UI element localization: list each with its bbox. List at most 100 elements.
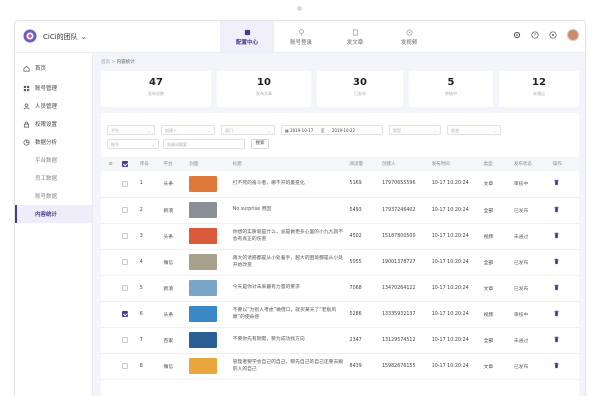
- sidebar-item-0[interactable]: 首页: [15, 59, 92, 77]
- pin-icon: [298, 28, 304, 36]
- row-checkbox-cell[interactable]: [120, 249, 138, 276]
- platform-select[interactable]: 平台 ⌄: [107, 125, 155, 135]
- cell-status: 审核中: [511, 301, 551, 328]
- row-checkbox[interactable]: [122, 180, 129, 187]
- top-nav-account-login[interactable]: 账号登录: [274, 21, 328, 53]
- sidebar-item-3[interactable]: 权限设置: [15, 115, 92, 133]
- sidebar-item-6[interactable]: 员工数据: [15, 169, 92, 187]
- table-row[interactable]: 2 新浪 No surprise 原因 5493 17937246402 10-17 10…: [101, 197, 579, 224]
- cell-platform: 新浪: [161, 275, 188, 302]
- settings-icon[interactable]: [549, 31, 557, 39]
- trash-icon[interactable]: [553, 232, 560, 239]
- stat-label: 已发布: [354, 91, 366, 96]
- cover-thumbnail[interactable]: [189, 202, 218, 218]
- row-checkbox[interactable]: [122, 284, 129, 291]
- trash-icon[interactable]: [553, 206, 560, 213]
- config-icon: [244, 29, 250, 35]
- gear-icon[interactable]: [513, 31, 521, 39]
- trash-icon[interactable]: [553, 258, 560, 265]
- search-button[interactable]: 搜索: [251, 139, 269, 149]
- account-select[interactable]: 账号 ⌄: [107, 139, 159, 149]
- select-all-checkbox-cell[interactable]: [120, 157, 138, 171]
- trash-icon[interactable]: [553, 310, 560, 317]
- cell-title[interactable]: 打不死的奋斗者，哪不开的曼变化: [230, 171, 348, 198]
- cover-thumbnail[interactable]: [189, 175, 218, 192]
- row-checkbox[interactable]: [122, 232, 129, 239]
- cell-title[interactable]: 不要你先有刚需，要为成功找方向: [230, 327, 348, 354]
- cover-thumbnail[interactable]: [189, 280, 218, 296]
- sidebar-item-4[interactable]: 数据分析: [15, 133, 92, 151]
- status-select[interactable]: 状态 ⌄: [447, 125, 501, 135]
- trash-icon[interactable]: [553, 362, 560, 369]
- row-checkbox[interactable]: [122, 258, 129, 265]
- user-icon: [23, 103, 30, 109]
- cell-publish-time: 10-17 10:20:24: [429, 301, 482, 328]
- table-row[interactable]: 6 头条 不要以“为别人考虑”做借口，就买某天了“老板风靡”的使命感 5286 1333…: [101, 301, 579, 328]
- chevron-down-icon: ⌄: [80, 33, 87, 41]
- cover-thumbnail[interactable]: [189, 228, 218, 244]
- creator-select[interactable]: 创建人 ⌄: [161, 125, 215, 135]
- table-row[interactable]: 8 微信 管理者要学会自己的自己，那先自己的自己还要去跟别人的自己 8439 15982…: [101, 353, 579, 380]
- department-select[interactable]: 部门 ⌄: [221, 125, 275, 135]
- row-checkbox-cell[interactable]: [120, 301, 138, 328]
- cell-type: 文章: [481, 171, 512, 198]
- cell-publish-time: 10-17 10:20:24: [429, 353, 482, 380]
- cell-title[interactable]: 今天是你对未来最有力量的要求: [230, 275, 348, 302]
- header-reads[interactable]: 阅读量: [347, 157, 380, 171]
- row-checkbox[interactable]: [122, 310, 129, 317]
- row-checkbox[interactable]: [122, 362, 129, 369]
- select-all-checkbox[interactable]: [122, 160, 129, 167]
- cell-status: 未通过: [511, 327, 551, 354]
- row-checkbox-cell[interactable]: [120, 223, 138, 250]
- cell-title[interactable]: 你想的实质就是什么，总是做更多心里的小九九就不会有真正的伤害: [230, 223, 348, 250]
- stat-card-rejected: 12 未通过: [499, 71, 579, 107]
- cover-thumbnail[interactable]: [189, 332, 218, 348]
- cell-title[interactable]: 再大的诱惑都是从小处着手，越大的困境都是从小处开始改变: [230, 249, 348, 276]
- sidebar-item-8[interactable]: 内容统计: [15, 205, 92, 223]
- keyword-search-input[interactable]: 关键词搜索: [163, 139, 245, 149]
- top-nav-post-video[interactable]: 发视频: [382, 21, 436, 53]
- table-row[interactable]: 4 微信 再大的诱惑都是从小处着手，越大的困境都是从小处开始改变 5055 190013…: [101, 249, 579, 276]
- help-icon[interactable]: ?: [531, 31, 539, 39]
- table-row[interactable]: 7 百家 不要你先有刚需，要为成功找方向 2347 13129574512 10-17 1…: [101, 327, 579, 354]
- stat-label: 审核中: [445, 91, 457, 96]
- table-row[interactable]: 1 头条 打不死的奋斗者，哪不开的曼变化 5169 17970655596 10-17 1…: [101, 171, 579, 198]
- header-publish-time[interactable]: 发布时间: [429, 157, 482, 171]
- chevron-down-icon: ⌄: [433, 128, 437, 133]
- trash-icon[interactable]: [553, 179, 560, 186]
- column-settings-icon[interactable]: ⚙: [101, 157, 121, 171]
- table-row[interactable]: 5 新浪 今天是你对未来最有力量的要求 7068 13470264122 10-17 10…: [101, 275, 579, 302]
- team-selector[interactable]: CiCi的团队 ⌄: [43, 32, 87, 42]
- cover-thumbnail[interactable]: [189, 306, 218, 322]
- cover-thumbnail[interactable]: [189, 254, 218, 270]
- breadcrumb-root[interactable]: 首页: [101, 60, 110, 65]
- row-checkbox-cell[interactable]: [120, 275, 138, 302]
- content-table: ⚙ 序号 平台 封面 标题 阅读量 创建人 发布时间 类型 发布状态 操作 1: [101, 157, 579, 380]
- cell-title[interactable]: 管理者要学会自己的自己，那先自己的自己还要去跟别人的自己: [230, 353, 348, 380]
- trash-icon[interactable]: [553, 336, 560, 343]
- row-checkbox-cell[interactable]: [120, 197, 138, 224]
- table-row[interactable]: 3 头条 你想的实质就是什么，总是做更多心里的小九九就不会有真正的伤害 4502 151…: [101, 223, 579, 250]
- cell-cover: [187, 353, 231, 380]
- date-range-picker[interactable]: ▦ 2019-10-17 至 2019-10-22: [281, 125, 383, 135]
- type-select[interactable]: 类型 ⌄: [389, 125, 441, 135]
- cell-cover: [187, 249, 231, 276]
- top-nav-config[interactable]: 配置中心: [220, 21, 274, 53]
- cell-platform: 百家: [161, 327, 188, 354]
- avatar[interactable]: [567, 29, 579, 41]
- row-checkbox-cell[interactable]: [120, 327, 138, 354]
- row-checkbox-cell[interactable]: [120, 353, 138, 380]
- sidebar-item-1[interactable]: 账号管理: [15, 79, 92, 97]
- cell-title[interactable]: No surprise 原因: [230, 197, 348, 224]
- cover-thumbnail[interactable]: [189, 358, 218, 374]
- row-checkbox[interactable]: [122, 336, 129, 343]
- sidebar-item-2[interactable]: 人员管理: [15, 97, 92, 115]
- sidebar-item-7[interactable]: 账号数据: [15, 187, 92, 205]
- top-nav-post-article[interactable]: 发文章: [328, 21, 382, 53]
- row-checkbox-cell[interactable]: [120, 171, 138, 198]
- sidebar-item-label: 首页: [35, 66, 47, 72]
- row-checkbox[interactable]: [122, 206, 129, 213]
- sidebar-item-5[interactable]: 平台数据: [15, 151, 92, 169]
- trash-icon[interactable]: [553, 284, 560, 291]
- cell-title[interactable]: 不要以“为别人考虑”做借口，就买某天了“老板风靡”的使命感: [230, 301, 348, 328]
